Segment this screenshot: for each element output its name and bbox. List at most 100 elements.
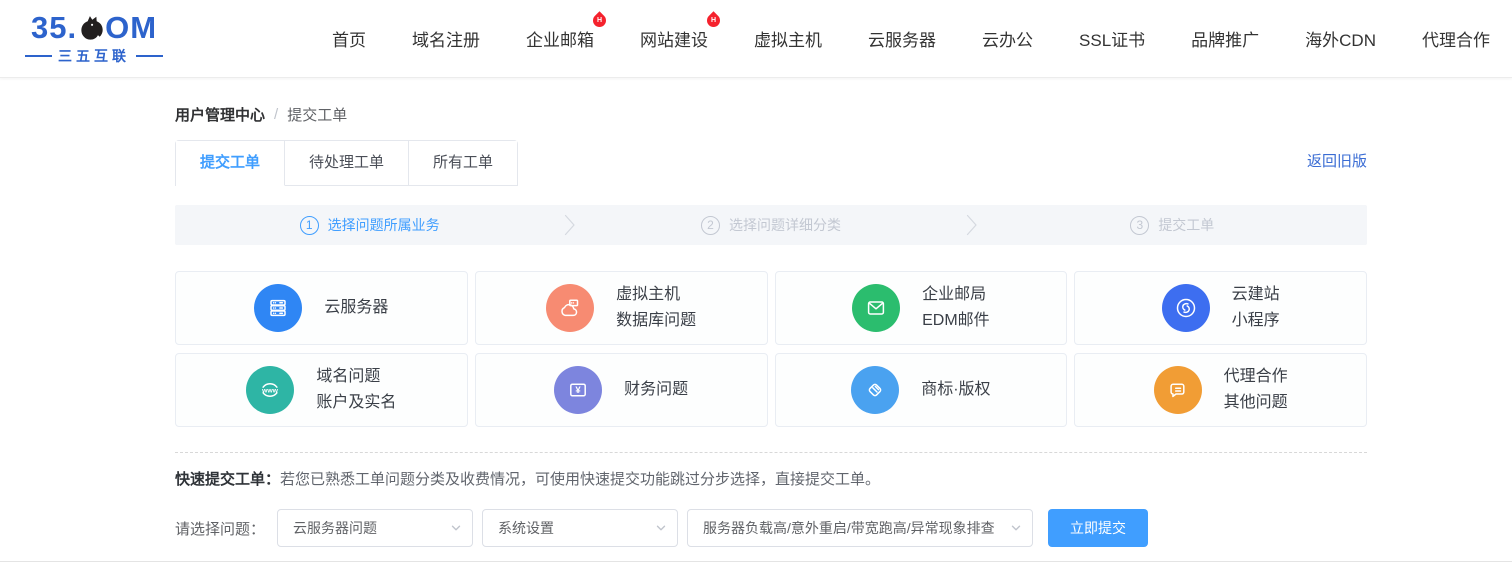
- question-select-2[interactable]: 系统设置: [482, 509, 678, 547]
- quick-submit-row: 请选择问题： 云服务器问题 系统设置 服务器负载高/意外重启/带宽跑高/异常现象排查…: [175, 509, 1367, 547]
- chevron-down-icon: [655, 522, 667, 534]
- select-value: 系统设置: [498, 518, 554, 538]
- logo-subtitle-row: 三五互联: [25, 46, 163, 66]
- logo-wordmark: 35. OM: [31, 12, 157, 43]
- question-selects: 云服务器问题 系统设置 服务器负载高/意外重启/带宽跑高/异常现象排查: [277, 509, 1033, 547]
- step-label: 提交工单: [1158, 215, 1214, 235]
- agent-icon: [1154, 366, 1202, 414]
- nav-item-label: 海外CDN: [1305, 31, 1376, 50]
- back-to-old-version-link[interactable]: 返回旧版: [1307, 150, 1367, 171]
- category-card-7[interactable]: 商标·版权: [775, 353, 1068, 427]
- select-value: 服务器负载高/意外重启/带宽跑高/异常现象排查: [703, 518, 995, 538]
- nav-item-9[interactable]: 品牌推广: [1191, 26, 1259, 51]
- logo-text-left: 35.: [31, 12, 77, 43]
- logo-horse-icon: [77, 15, 105, 45]
- step-2: 2选择问题详细分类: [576, 215, 965, 235]
- category-card-3[interactable]: 企业邮局EDM邮件: [775, 271, 1068, 345]
- category-card-label: 代理合作其他问题: [1224, 364, 1288, 416]
- category-card-label: 云服务器: [324, 295, 388, 321]
- chevron-right-icon: [966, 214, 978, 236]
- chevron-right-icon: [564, 214, 576, 236]
- step-3: 3 提交工单: [978, 215, 1367, 235]
- step-number: 1: [300, 216, 319, 235]
- nav-item-6[interactable]: 云服务器: [868, 26, 936, 51]
- nav-item-label: 云服务器: [868, 31, 936, 50]
- category-card-label: 云建站小程序: [1232, 282, 1280, 334]
- dashed-divider: [175, 452, 1367, 453]
- nav-item-label: 企业邮箱: [526, 31, 594, 50]
- category-card-8[interactable]: 代理合作其他问题: [1074, 353, 1367, 427]
- submit-now-button[interactable]: 立即提交: [1048, 509, 1148, 547]
- nav-item-5[interactable]: 虚拟主机: [754, 26, 822, 51]
- nav-item-label: 品牌推广: [1191, 31, 1259, 50]
- chevron-down-icon: [1010, 522, 1022, 534]
- miniprogram-icon: [1162, 284, 1210, 332]
- nav-item-label: 首页: [332, 31, 366, 50]
- breadcrumb: 用户管理中心 / 提交工单: [175, 104, 1367, 125]
- nav-item-10[interactable]: 海外CDN: [1305, 26, 1376, 51]
- nav-item-label: 虚拟主机: [754, 31, 822, 50]
- nav-item-label: SSL证书: [1079, 31, 1145, 50]
- category-card-label: 虚拟主机数据库问题: [616, 282, 696, 334]
- nav-item-label: 网站建设: [640, 31, 708, 50]
- domain-icon: www: [246, 366, 294, 414]
- page-bottom-divider: [0, 561, 1512, 562]
- hot-flame-icon: H: [590, 11, 608, 29]
- quick-submit-title: 快速提交工单：: [175, 471, 280, 488]
- nav-item-11[interactable]: 代理合作: [1422, 26, 1490, 51]
- quick-submit-desc: 若您已熟悉工单问题分类及收费情况，可使用快速提交功能跳过分步选择，直接提交工单。: [280, 471, 880, 488]
- nav-item-7[interactable]: 云办公: [982, 26, 1033, 51]
- category-card-2[interactable]: 虚拟主机数据库问题: [475, 271, 768, 345]
- category-card-1[interactable]: 云服务器: [175, 271, 468, 345]
- main-nav: 首页 域名注册 企业邮箱H 网站建设H 虚拟主机 云服务器 云办公 SSL证书 品牌推广 海外CD…: [332, 26, 1498, 51]
- quick-submit-note: 快速提交工单：若您已熟悉工单问题分类及收费情况，可使用快速提交功能跳过分步选择，…: [175, 470, 1367, 490]
- question-select-1[interactable]: 云服务器问题: [277, 509, 473, 547]
- trademark-icon: [851, 366, 899, 414]
- server-icon: [254, 284, 302, 332]
- tab-bar: 提交工单待处理工单所有工单: [175, 140, 518, 186]
- tab-bar-row: 提交工单待处理工单所有工单 返回旧版: [175, 140, 1367, 186]
- tab-1[interactable]: 提交工单: [176, 141, 285, 186]
- logo-text-right: OM: [105, 12, 157, 43]
- step-number: 3: [1130, 216, 1149, 235]
- nav-item-8[interactable]: SSL证书: [1079, 26, 1145, 51]
- category-card-label: 财务问题: [624, 377, 688, 403]
- finance-icon: ¥: [554, 366, 602, 414]
- steps-bar: 1 选择问题所属业务 2选择问题详细分类 3 提交工单: [175, 205, 1367, 245]
- category-card-label: 企业邮局EDM邮件: [922, 282, 990, 334]
- logo-dash-right: [136, 55, 163, 57]
- site-logo[interactable]: 35. OM 三五互联: [25, 12, 163, 66]
- main-content: 用户管理中心 / 提交工单 提交工单待处理工单所有工单 返回旧版 1选择问题所属…: [175, 104, 1367, 547]
- step-label: 选择问题详细分类: [729, 215, 841, 235]
- nav-item-2[interactable]: 域名注册: [412, 26, 480, 51]
- category-card-label: 域名问题账户及实名: [316, 364, 396, 416]
- breadcrumb-current: 提交工单: [287, 104, 347, 125]
- logo-dash-left: [25, 55, 52, 57]
- question-select-3[interactable]: 服务器负载高/意外重启/带宽跑高/异常现象排查: [687, 509, 1033, 547]
- mail-icon: [852, 284, 900, 332]
- category-card-6[interactable]: ¥ 财务问题: [475, 353, 768, 427]
- svg-text:www: www: [261, 387, 279, 394]
- nav-item-3[interactable]: 企业邮箱H: [526, 26, 594, 51]
- svg-text:¥: ¥: [575, 385, 581, 396]
- step-label: 选择问题所属业务: [328, 215, 440, 235]
- question-select-label: 请选择问题：: [175, 518, 265, 539]
- breadcrumb-root[interactable]: 用户管理中心: [175, 104, 265, 125]
- tab-2[interactable]: 待处理工单: [285, 141, 409, 186]
- nav-item-label: 代理合作: [1422, 31, 1490, 50]
- chevron-down-icon: [450, 522, 462, 534]
- nav-item-4[interactable]: 网站建设H: [640, 26, 708, 51]
- category-card-4[interactable]: 云建站小程序: [1074, 271, 1367, 345]
- cloud-host-icon: [546, 284, 594, 332]
- breadcrumb-separator: /: [274, 106, 278, 123]
- tab-3[interactable]: 所有工单: [409, 141, 517, 186]
- select-value: 云服务器问题: [293, 518, 377, 538]
- nav-item-label: 域名注册: [412, 31, 480, 50]
- nav-item-1[interactable]: 首页: [332, 26, 366, 51]
- step-1: 1 选择问题所属业务: [175, 215, 564, 235]
- logo-subtitle: 三五互联: [58, 46, 130, 66]
- category-grid: 云服务器 虚拟主机数据库问题 企业邮局EDM邮件 云建站小程序 www 域名问题账户及实名…: [175, 271, 1367, 427]
- nav-item-label: 云办公: [982, 31, 1033, 50]
- hot-flame-icon: H: [704, 11, 722, 29]
- category-card-5[interactable]: www 域名问题账户及实名: [175, 353, 468, 427]
